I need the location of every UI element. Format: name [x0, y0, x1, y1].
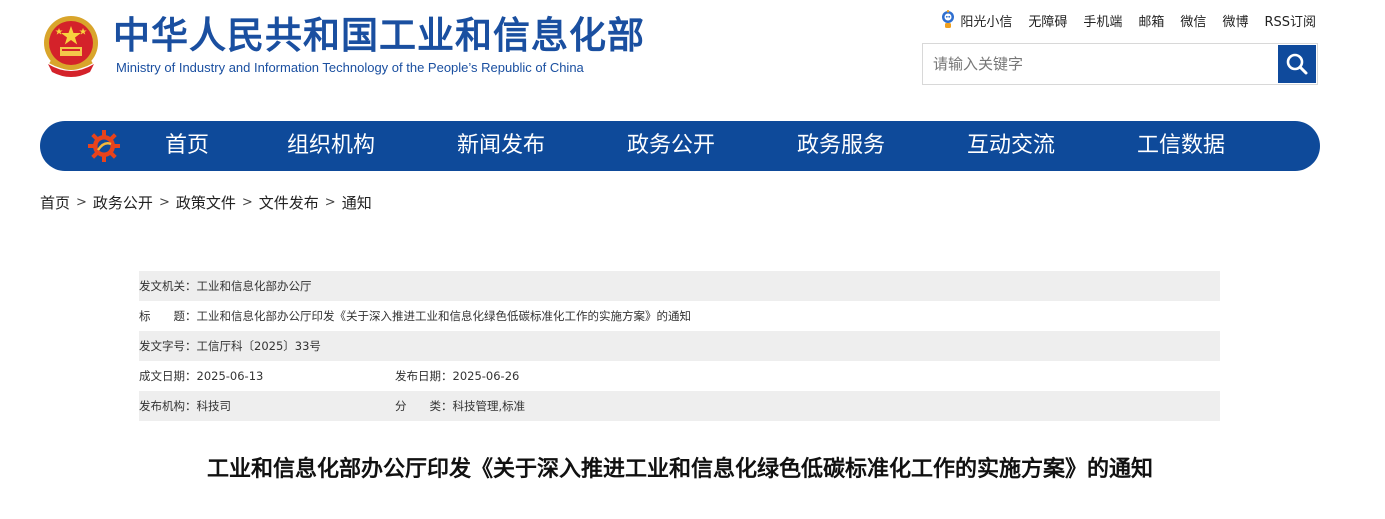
meta-value-agency: 科技司	[196, 399, 232, 413]
nav-item-interaction[interactable]: 互动交流	[926, 121, 1096, 171]
article-title: 工业和信息化部办公厅印发《关于深入推进工业和信息化绿色低碳标准化工作的实施方案》…	[206, 457, 1153, 482]
search-button[interactable]	[1278, 45, 1316, 83]
meta-value-doc-number: 工信厅科〔2025〕33号	[196, 339, 321, 353]
document-metadata: 发文机关： 工业和信息化部办公厅 标 题： 工业和信息化部办公厅印发《关于深入推…	[139, 271, 1220, 421]
nav-item-services[interactable]: 政务服务	[756, 121, 926, 171]
site-title: 中华人民共和国工业和信息化部	[113, 14, 645, 57]
meta-cell-category: 分 类： 科技管理,标准	[395, 398, 525, 414]
meta-value-title: 工业和信息化部办公厅印发《关于深入推进工业和信息化绿色低碳标准化工作的实施方案》…	[196, 309, 692, 323]
meta-value-written-date: 2025-06-13	[196, 369, 264, 383]
meta-cell-written-date: 成文日期： 2025-06-13	[139, 368, 395, 384]
nav-item-organization[interactable]: 组织机构	[246, 121, 416, 171]
main-nav: 首页 组织机构 新闻发布 政务公开 政务服务 互动交流 工信数据	[40, 121, 1320, 171]
meta-value-category: 科技管理,标准	[452, 399, 526, 413]
meta-row-doc-number: 发文字号： 工信厅科〔2025〕33号	[139, 331, 1220, 361]
breadcrumb: 首页 > 政务公开 > 政策文件 > 文件发布 > 通知	[40, 190, 372, 214]
nav-item-home[interactable]: 首页	[128, 121, 246, 171]
top-link-rss[interactable]: RSS订阅	[1264, 11, 1316, 30]
breadcrumb-item-policy-documents[interactable]: 政策文件	[176, 192, 236, 213]
robot-assistant-icon	[939, 10, 957, 30]
site-subtitle: Ministry of Industry and Information Tec…	[116, 60, 584, 75]
breadcrumb-separator: >	[158, 194, 170, 210]
ministry-gear-logo-icon[interactable]	[87, 129, 121, 163]
top-link-mobile[interactable]: 手机端	[1083, 11, 1122, 30]
breadcrumb-item-notice[interactable]: 通知	[342, 192, 372, 213]
meta-cell-agency: 发布机构： 科技司	[139, 398, 395, 414]
nav-item-data[interactable]: 工信数据	[1096, 121, 1266, 171]
meta-label: 标 题：	[139, 309, 197, 323]
breadcrumb-separator: >	[324, 194, 336, 210]
meta-value-publish-date: 2025-06-26	[452, 369, 520, 383]
breadcrumb-separator: >	[241, 194, 253, 210]
breadcrumb-item-document-release[interactable]: 文件发布	[259, 192, 319, 213]
meta-label: 发文机关：	[139, 279, 197, 293]
meta-label: 分 类：	[395, 399, 453, 413]
nav-item-news[interactable]: 新闻发布	[416, 121, 586, 171]
meta-label: 发布日期：	[395, 369, 453, 383]
meta-row-title: 标 题： 工业和信息化部办公厅印发《关于深入推进工业和信息化绿色低碳标准化工作的…	[139, 301, 1220, 331]
meta-row-issuer: 发文机关： 工业和信息化部办公厅	[139, 271, 1220, 301]
search-box	[922, 43, 1318, 85]
top-link-accessibility[interactable]: 无障碍	[1028, 11, 1067, 30]
meta-cell-publish-date: 发布日期： 2025-06-26	[395, 368, 519, 384]
search-icon	[1285, 52, 1309, 76]
meta-label: 成文日期：	[139, 369, 197, 383]
breadcrumb-separator: >	[76, 194, 87, 210]
meta-row-dates: 成文日期： 2025-06-13 发布日期： 2025-06-26	[139, 361, 1220, 391]
breadcrumb-item-government-affairs[interactable]: 政务公开	[93, 192, 153, 213]
search-input[interactable]	[923, 44, 1277, 84]
top-link-assistant[interactable]: 阳光小信	[939, 10, 1012, 30]
meta-row-agency-category: 发布机构： 科技司 分 类： 科技管理,标准	[139, 391, 1220, 421]
meta-value-issuer: 工业和信息化部办公厅	[196, 279, 312, 293]
nav-item-government-affairs[interactable]: 政务公开	[586, 121, 756, 171]
top-links: 阳光小信 无障碍 手机端 邮箱 微信 微博 RSS订阅	[939, 8, 1316, 32]
breadcrumb-item-home[interactable]: 首页	[40, 192, 70, 213]
national-emblem-logo[interactable]	[40, 14, 102, 80]
top-link-label[interactable]: 阳光小信	[960, 11, 1012, 30]
top-link-weibo[interactable]: 微博	[1222, 11, 1248, 30]
meta-label: 发文字号：	[139, 339, 197, 353]
top-link-wechat[interactable]: 微信	[1180, 11, 1206, 30]
top-link-mailbox[interactable]: 邮箱	[1138, 11, 1164, 30]
meta-label: 发布机构：	[139, 399, 197, 413]
nav-items: 首页 组织机构 新闻发布 政务公开 政务服务 互动交流 工信数据	[128, 121, 1266, 171]
